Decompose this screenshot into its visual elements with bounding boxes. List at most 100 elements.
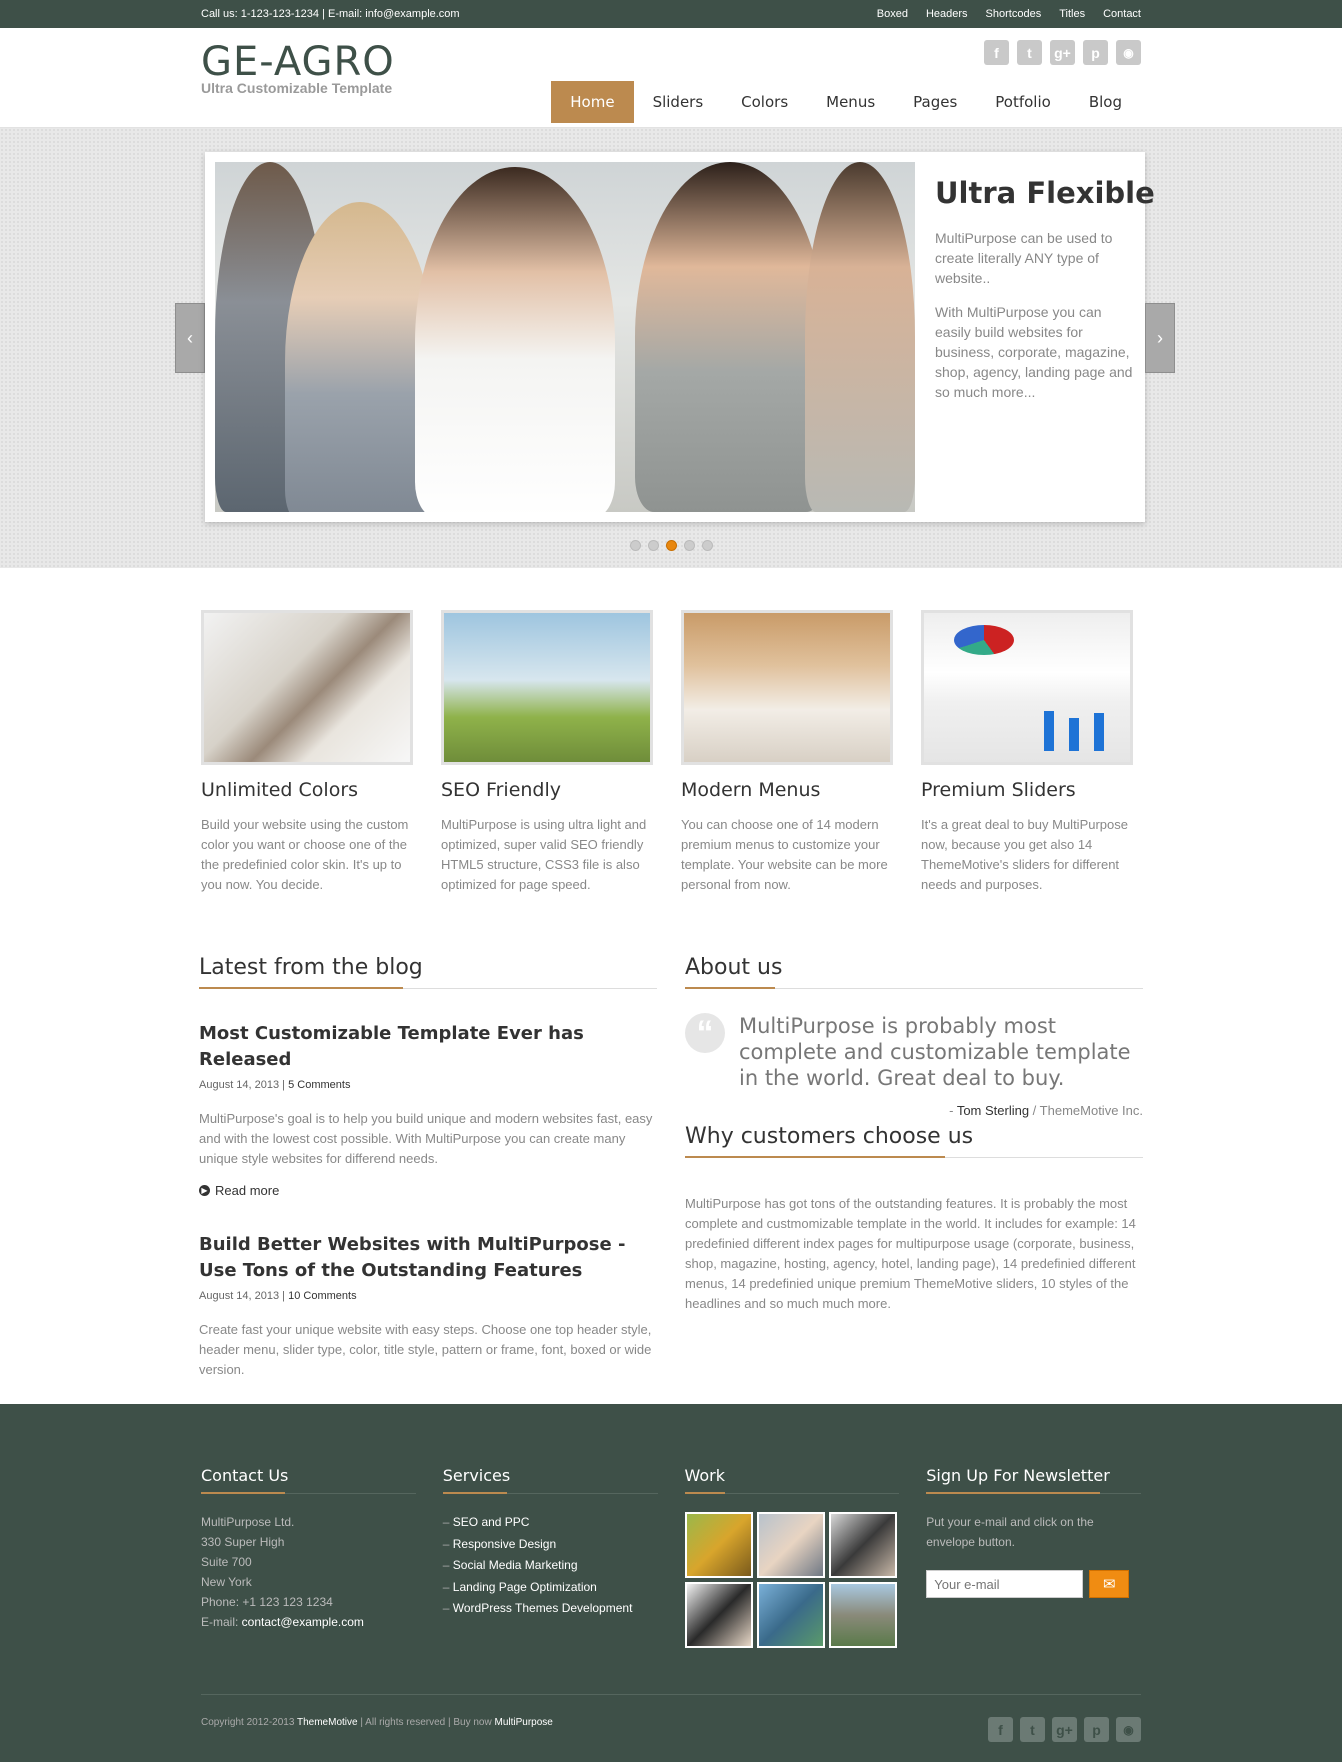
work-thumbnail[interactable]	[828, 1582, 897, 1648]
feature-text: Build your website using the custom colo…	[201, 817, 409, 892]
top-link-headers[interactable]: Headers	[917, 8, 977, 20]
slider-prev-button[interactable]: ‹	[175, 303, 205, 373]
blog-heading: Latest from the blog	[199, 955, 657, 989]
twitter-icon[interactable]: t	[1020, 1717, 1045, 1742]
newsletter-submit-button[interactable]: ✉	[1089, 1570, 1130, 1598]
work-thumbnail[interactable]	[756, 1512, 825, 1578]
nav-blog[interactable]: Blog	[1070, 81, 1141, 123]
footer-newsletter: Sign Up For Newsletter Put your e-mail a…	[926, 1466, 1141, 1648]
top-bar: Call us: 1-123-123-1234 | E-mail: info@e…	[0, 0, 1342, 28]
feature-title: Modern Menus	[681, 779, 821, 801]
logo-name: GE-AGRO	[201, 39, 395, 85]
blog-column: Latest from the blog Most Customizable T…	[199, 955, 657, 1394]
post-title[interactable]: Most Customizable Template Ever has Rele…	[199, 1021, 657, 1073]
newsletter-email-input[interactable]	[926, 1570, 1084, 1598]
footer-address: MultiPurpose Ltd. 330 Super High Suite 7…	[201, 1515, 364, 1629]
service-link[interactable]: WordPress Themes Development	[443, 1598, 658, 1620]
slide-caption: Ultra Flexible MultiPurpose can be used …	[935, 176, 1155, 416]
feature-text: It's a great deal to buy MultiPurpose no…	[921, 817, 1128, 892]
nav-menus[interactable]: Menus	[807, 81, 894, 123]
slider-dot[interactable]	[629, 540, 641, 551]
top-links: Boxed Headers Shortcodes Titles Contact	[868, 8, 1141, 20]
testimonial-text: MultiPurpose is probably most complete a…	[739, 1014, 1131, 1090]
top-link-shortcodes[interactable]: Shortcodes	[977, 8, 1051, 20]
rss-icon[interactable]: ◉	[1116, 1717, 1141, 1742]
post-meta: August 14, 2013 | 10 Comments	[199, 1290, 357, 1302]
logo[interactable]: GE-AGRO Ultra Customizable Template	[201, 42, 395, 96]
google-plus-icon[interactable]: g+	[1052, 1717, 1077, 1742]
slider-dot[interactable]	[701, 540, 713, 551]
slider-dot-active[interactable]	[665, 540, 677, 551]
footer-social: f t g+ p ◉	[988, 1717, 1141, 1742]
twitter-icon[interactable]: t	[1017, 40, 1042, 65]
service-link[interactable]: Responsive Design	[443, 1534, 658, 1556]
work-thumbnail[interactable]	[684, 1582, 753, 1648]
post-excerpt: MultiPurpose's goal is to help you build…	[199, 1111, 653, 1166]
newsletter-form: ✉	[926, 1570, 1141, 1598]
envelope-icon: ✉	[1102, 1576, 1116, 1593]
feature-image[interactable]	[681, 610, 893, 765]
about-column: About us “ MultiPurpose is probably most…	[685, 955, 1143, 1394]
feature-image[interactable]	[201, 610, 413, 765]
slider-next-button[interactable]: ›	[1145, 303, 1175, 373]
logo-tagline: Ultra Customizable Template	[201, 80, 393, 96]
nav-colors[interactable]: Colors	[722, 81, 807, 123]
work-thumbnail[interactable]	[828, 1512, 897, 1578]
top-link-contact[interactable]: Contact	[1094, 8, 1141, 20]
pinterest-icon[interactable]: p	[1083, 40, 1108, 65]
main-content: Latest from the blog Most Customizable T…	[0, 895, 1342, 1394]
feature-title: Premium Sliders	[921, 779, 1076, 801]
features: Unlimited Colors Build your website usin…	[0, 568, 1342, 895]
slide-text-1: MultiPurpose can be used to create liter…	[935, 230, 1113, 286]
work-thumbnail[interactable]	[756, 1582, 825, 1648]
feature-text: You can choose one of 14 modern premium …	[681, 817, 888, 892]
nav-portfolio[interactable]: Potfolio	[976, 81, 1070, 123]
slide-image	[215, 162, 915, 512]
nav-home[interactable]: Home	[551, 81, 634, 123]
google-plus-icon[interactable]: g+	[1050, 40, 1075, 65]
contact-info: Call us: 1-123-123-1234 | E-mail: info@e…	[201, 8, 460, 20]
feature-image[interactable]	[441, 610, 653, 765]
feature-card: SEO Friendly MultiPurpose is using ultra…	[441, 610, 653, 895]
footer-email-link[interactable]: contact@example.com	[242, 1615, 364, 1629]
service-link[interactable]: Social Media Marketing	[443, 1555, 658, 1577]
slide-text-2: With MultiPurpose you can easily build w…	[935, 304, 1133, 400]
chevron-left-icon: ‹	[187, 327, 193, 348]
nav-pages[interactable]: Pages	[894, 81, 976, 123]
slider-dot[interactable]	[647, 540, 659, 551]
rss-icon[interactable]: ◉	[1116, 40, 1141, 65]
slider-pagination	[0, 540, 1342, 551]
feature-image[interactable]	[921, 610, 1133, 765]
blog-post: Most Customizable Template Ever has Rele…	[199, 1021, 657, 1198]
header-social: f t g+ p ◉	[984, 40, 1141, 65]
footer-heading: Services	[442, 1466, 658, 1494]
read-more-link[interactable]: ▶ Read more	[199, 1183, 657, 1198]
why-text: MultiPurpose has got tons of the outstan…	[685, 1196, 1136, 1311]
service-link[interactable]: SEO and PPC	[443, 1512, 658, 1534]
why-heading: Why customers choose us	[685, 1124, 1143, 1158]
post-title[interactable]: Build Better Websites with MultiPurpose …	[199, 1232, 657, 1284]
blog-post: Build Better Websites with MultiPurpose …	[199, 1232, 657, 1380]
slide: Ultra Flexible MultiPurpose can be used …	[205, 152, 1155, 522]
post-comments-link[interactable]: 10 Comments	[288, 1290, 356, 1302]
service-link[interactable]: Landing Page Optimization	[443, 1577, 658, 1599]
footer-heading: Contact Us	[201, 1466, 416, 1494]
nav-sliders[interactable]: Sliders	[634, 81, 723, 123]
work-thumbnail[interactable]	[684, 1512, 753, 1578]
multipurpose-link[interactable]: MultiPurpose	[495, 1717, 553, 1728]
slider-dot[interactable]	[683, 540, 695, 551]
thememotive-link[interactable]: ThemeMotive	[297, 1717, 358, 1728]
footer-work: Work	[684, 1466, 900, 1648]
feature-title: Unlimited Colors	[201, 779, 359, 801]
feature-card: Unlimited Colors Build your website usin…	[201, 610, 413, 895]
footer-services: Services SEO and PPC Responsive Design S…	[442, 1466, 658, 1648]
facebook-icon[interactable]: f	[984, 40, 1009, 65]
pinterest-icon[interactable]: p	[1084, 1717, 1109, 1742]
post-comments-link[interactable]: 5 Comments	[288, 1079, 350, 1091]
facebook-icon[interactable]: f	[988, 1717, 1013, 1742]
top-link-boxed[interactable]: Boxed	[868, 8, 917, 20]
newsletter-text: Put your e-mail and click on the envelop…	[926, 1515, 1094, 1549]
feature-card: Premium Sliders It's a great deal to buy…	[921, 610, 1133, 895]
top-link-titles[interactable]: Titles	[1050, 8, 1094, 20]
about-heading: About us	[685, 955, 1143, 989]
